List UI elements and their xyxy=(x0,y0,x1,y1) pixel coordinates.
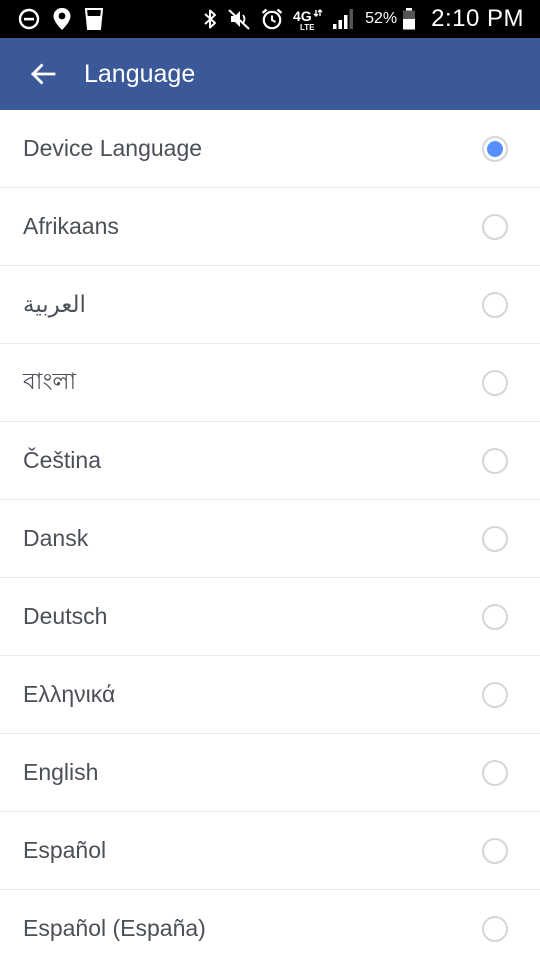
language-radio-button[interactable] xyxy=(482,369,508,396)
language-radio-button[interactable] xyxy=(482,837,508,864)
battery-icon xyxy=(402,7,416,31)
svg-text:LTE: LTE xyxy=(300,23,315,31)
language-radio-button[interactable] xyxy=(482,447,508,474)
status-right-icons: 4G LTE 52% 2:10 PM xyxy=(202,5,524,33)
svg-text:4G: 4G xyxy=(293,8,312,24)
app-bar: Language xyxy=(0,38,540,110)
battery-percent: 52% xyxy=(365,10,398,27)
language-radio-button[interactable] xyxy=(482,213,508,240)
language-radio-button[interactable] xyxy=(482,135,508,162)
language-option[interactable]: বাংলা xyxy=(0,344,540,422)
language-label: বাংলা xyxy=(23,368,77,394)
alarm-icon xyxy=(260,7,284,31)
glass-icon xyxy=(84,7,104,31)
signal-icon xyxy=(332,7,356,31)
language-option[interactable]: Device Language xyxy=(0,110,540,188)
network-4g-lte-icon: 4G LTE xyxy=(293,7,323,31)
status-bar: 4G LTE 52% 2:10 PM xyxy=(0,0,540,38)
language-radio-button[interactable] xyxy=(482,291,508,318)
language-radio-button[interactable] xyxy=(482,603,508,630)
language-label: Ελληνικά xyxy=(23,681,116,707)
language-label: Čeština xyxy=(23,447,101,473)
language-label: Español (España) xyxy=(23,915,206,941)
language-label: العربية xyxy=(23,291,86,317)
language-label: Deutsch xyxy=(23,603,108,629)
language-option[interactable]: Deutsch xyxy=(0,578,540,656)
language-radio-button[interactable] xyxy=(482,525,508,552)
language-radio-button[interactable] xyxy=(482,915,508,942)
language-option[interactable]: Afrikaans xyxy=(0,188,540,266)
language-option[interactable]: Ελληνικά xyxy=(0,656,540,734)
arrow-left-icon[interactable] xyxy=(30,62,56,86)
bluetooth-icon xyxy=(202,7,218,31)
language-option[interactable]: العربية xyxy=(0,266,540,344)
language-list: Device Language Afrikaans العربية বাংলা Češt… xyxy=(0,110,540,960)
vibrate-off-icon xyxy=(227,7,251,31)
language-radio-button[interactable] xyxy=(482,681,508,708)
location-icon xyxy=(52,7,72,31)
language-option[interactable]: Español (España) xyxy=(0,890,540,960)
radio-selected-dot xyxy=(487,140,503,157)
language-option[interactable]: Dansk xyxy=(0,500,540,578)
page-title: Language xyxy=(84,59,196,88)
language-label: Dansk xyxy=(23,525,89,551)
language-option[interactable]: Čeština xyxy=(0,422,540,500)
language-label: Español xyxy=(23,837,107,863)
language-label: Device Language xyxy=(23,135,203,161)
status-left-icons xyxy=(18,7,104,31)
back-button[interactable] xyxy=(28,59,58,89)
language-option[interactable]: English xyxy=(0,734,540,812)
language-radio-button[interactable] xyxy=(482,759,508,786)
language-label: Afrikaans xyxy=(23,213,119,239)
status-time: 2:10 PM xyxy=(431,5,524,32)
do-not-disturb-icon xyxy=(18,8,40,30)
language-label: English xyxy=(23,759,99,785)
language-option[interactable]: Español xyxy=(0,812,540,890)
